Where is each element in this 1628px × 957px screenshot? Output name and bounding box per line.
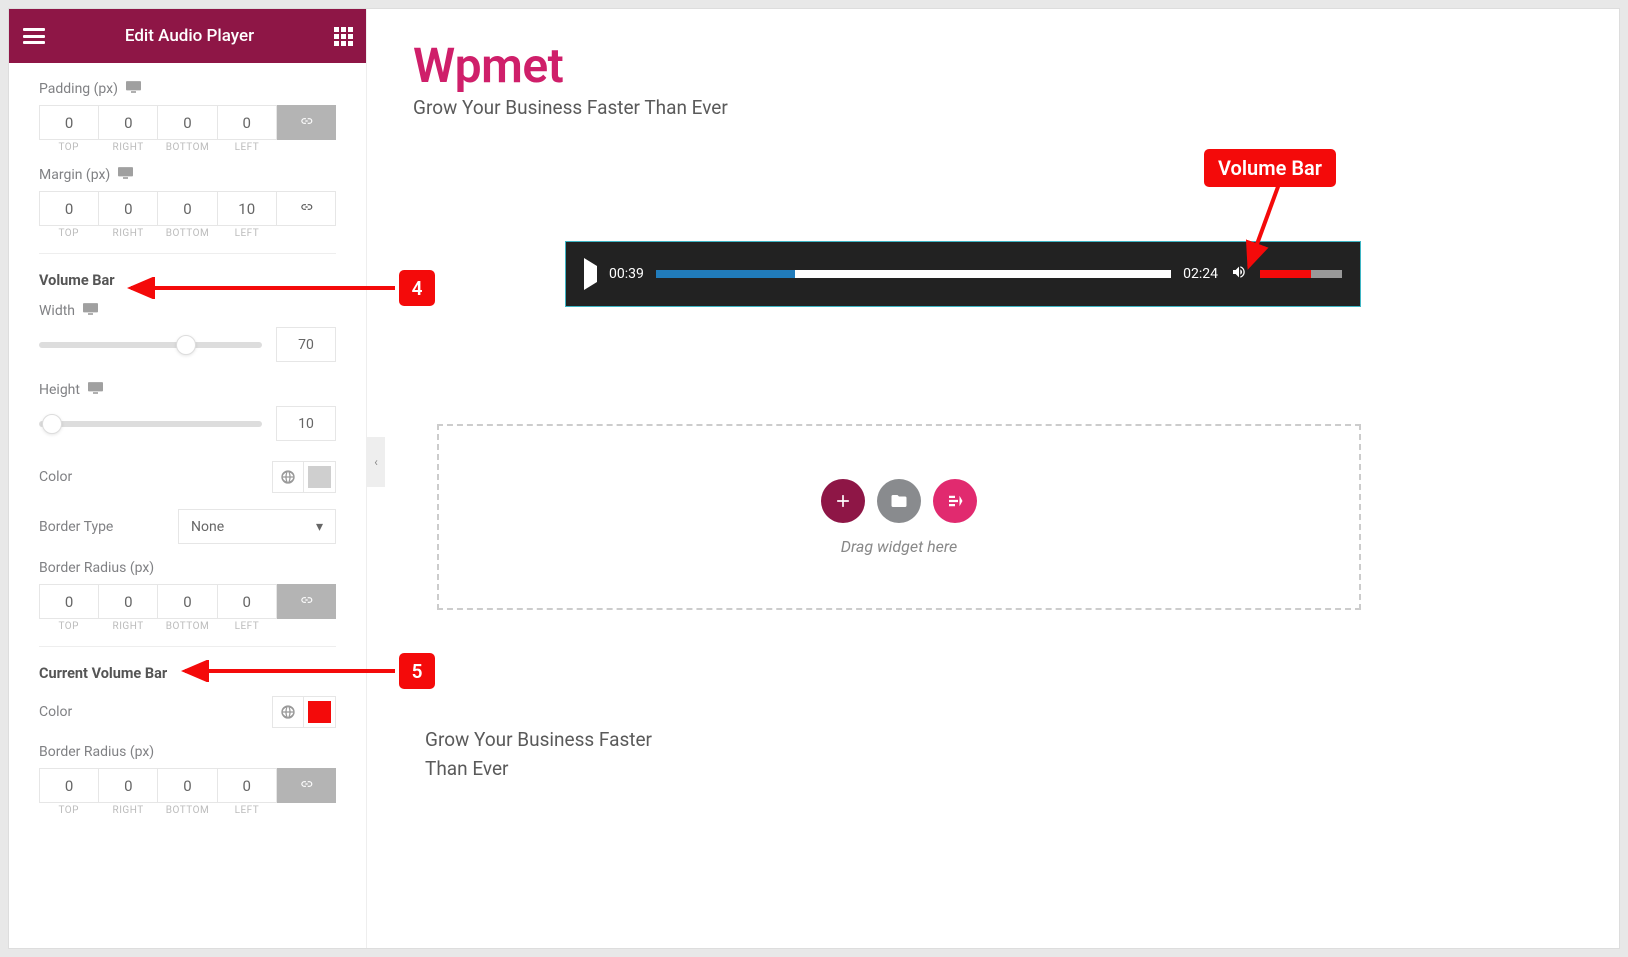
width-value-input[interactable] <box>276 327 336 362</box>
elementskit-button[interactable] <box>933 479 977 523</box>
padding-left-input[interactable]: 0 <box>218 105 277 140</box>
widget-drop-zone[interactable]: Drag widget here <box>437 424 1361 610</box>
template-library-button[interactable] <box>877 479 921 523</box>
chevron-down-icon: ▾ <box>316 519 323 535</box>
margin-label: Margin (px) <box>39 167 336 183</box>
height-value-input[interactable] <box>276 406 336 441</box>
responsive-icon[interactable] <box>126 81 141 97</box>
padding-link-toggle[interactable] <box>277 105 336 140</box>
padding-sublabels: TOP RIGHT BOTTOM LEFT <box>39 142 336 153</box>
border-type-label: Border Type <box>39 519 113 535</box>
padding-inputs: 0 0 0 0 <box>39 105 336 140</box>
link-icon <box>299 200 313 218</box>
volume-icon[interactable] <box>1230 264 1248 284</box>
select-value: None <box>191 519 224 535</box>
volume-bar-section-heading: Volume Bar <box>39 253 336 303</box>
audio-player-widget[interactable]: 00:39 02:24 <box>565 241 1361 307</box>
volume-fill <box>1260 270 1311 278</box>
br-left-input[interactable]: 0 <box>218 584 277 619</box>
padding-bottom-input[interactable]: 0 <box>158 105 217 140</box>
cvb-border-radius-label: Border Radius (px) <box>39 744 336 760</box>
height-label: Height <box>39 382 336 398</box>
margin-right-input[interactable]: 0 <box>99 191 158 226</box>
drop-hint-text: Drag widget here <box>841 537 957 556</box>
widgets-grid-icon[interactable] <box>334 27 352 45</box>
br-top-input[interactable]: 0 <box>39 584 99 619</box>
cvb-br-bottom-input[interactable]: 0 <box>158 768 217 803</box>
margin-left-input[interactable]: 10 <box>218 191 277 226</box>
annotation-badge-4: 4 <box>399 270 435 306</box>
cvb-br-link-toggle[interactable] <box>277 768 336 803</box>
cvb-br-left-input[interactable]: 0 <box>218 768 277 803</box>
slider-thumb[interactable] <box>176 335 196 355</box>
color-label: Color <box>39 469 72 485</box>
cvb-border-radius-inputs: 0 0 0 0 <box>39 768 336 803</box>
padding-label: Padding (px) <box>39 81 336 97</box>
responsive-icon[interactable] <box>83 303 98 319</box>
brand-title: Wpmet <box>413 37 1573 94</box>
width-label: Width <box>39 303 336 319</box>
progress-track[interactable] <box>656 270 1171 278</box>
margin-bottom-input[interactable]: 0 <box>158 191 217 226</box>
add-widget-button[interactable] <box>821 479 865 523</box>
br-right-input[interactable]: 0 <box>99 584 158 619</box>
color-swatch[interactable] <box>304 461 336 493</box>
margin-sublabels: TOP RIGHT BOTTOM LEFT <box>39 228 336 239</box>
link-icon <box>299 593 313 611</box>
padding-top-input[interactable]: 0 <box>39 105 99 140</box>
sidebar-header: Edit Audio Player <box>9 9 366 63</box>
brand-subtitle: Grow Your Business Faster Than Ever <box>413 96 1573 119</box>
link-icon <box>299 114 313 132</box>
editor-sidebar: Edit Audio Player Padding (px) 0 0 0 0 <box>9 9 367 948</box>
cvb-br-sublabels: TOP RIGHT BOTTOM LEFT <box>39 805 336 816</box>
current-time: 00:39 <box>609 266 644 282</box>
total-time: 02:24 <box>1183 266 1218 282</box>
play-icon[interactable] <box>584 266 597 282</box>
margin-top-input[interactable]: 0 <box>39 191 99 226</box>
padding-right-input[interactable]: 0 <box>99 105 158 140</box>
height-slider[interactable] <box>39 421 262 427</box>
secondary-subtitle: Grow Your Business Faster Than Ever <box>425 726 685 783</box>
br-bottom-input[interactable]: 0 <box>158 584 217 619</box>
slider-thumb[interactable] <box>42 414 62 434</box>
br-sublabels: TOP RIGHT BOTTOM LEFT <box>39 621 336 632</box>
panel-body: Padding (px) 0 0 0 0 TOP RIGHT BOT <box>9 63 366 948</box>
cvb-br-top-input[interactable]: 0 <box>39 768 99 803</box>
global-color-button[interactable] <box>272 461 304 493</box>
cvb-color-swatch[interactable] <box>304 696 336 728</box>
annotation-volume-bar-label: Volume Bar <box>1204 149 1336 187</box>
br-link-toggle[interactable] <box>277 584 336 619</box>
link-icon <box>299 777 313 795</box>
responsive-icon[interactable] <box>88 382 103 398</box>
border-radius-label: Border Radius (px) <box>39 560 336 576</box>
global-color-button[interactable] <box>272 696 304 728</box>
margin-inputs: 0 0 0 10 <box>39 191 336 226</box>
panel-title: Edit Audio Player <box>125 26 254 46</box>
cvb-color-label: Color <box>39 704 72 720</box>
annotation-badge-5: 5 <box>399 653 435 689</box>
menu-icon[interactable] <box>23 28 45 44</box>
color-swatch-inner <box>308 701 331 723</box>
cvb-br-right-input[interactable]: 0 <box>99 768 158 803</box>
margin-link-toggle[interactable] <box>277 191 336 226</box>
responsive-icon[interactable] <box>118 167 133 183</box>
current-volume-bar-heading: Current Volume Bar <box>39 646 336 696</box>
progress-fill <box>656 270 795 278</box>
volume-track[interactable] <box>1260 270 1342 278</box>
border-radius-inputs: 0 0 0 0 <box>39 584 336 619</box>
border-type-select[interactable]: None ▾ <box>178 509 336 544</box>
width-slider[interactable] <box>39 342 262 348</box>
color-swatch-inner <box>308 466 331 488</box>
